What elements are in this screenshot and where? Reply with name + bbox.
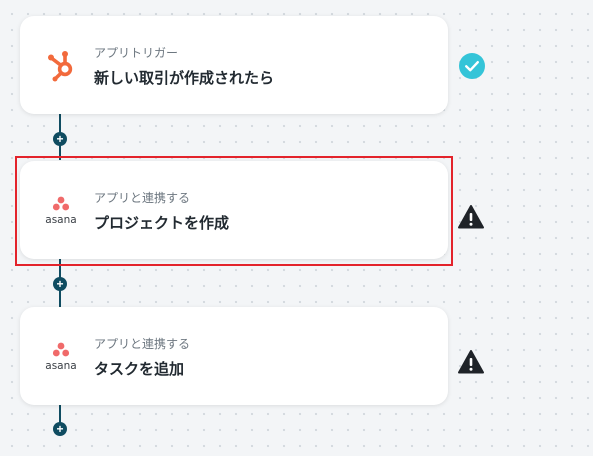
step-subtitle: アプリトリガー <box>94 46 179 60</box>
add-step-button[interactable]: + <box>53 132 67 146</box>
warning-icon <box>458 350 484 374</box>
step-card-trigger[interactable]: アプリトリガー 新しい取引が作成されたら <box>20 16 448 114</box>
step-title: 新しい取引が作成されたら <box>94 70 275 87</box>
step-card-add-task[interactable]: asana アプリと連携する タスクを追加 <box>20 307 448 405</box>
asana-icon: asana <box>45 342 77 372</box>
warning-icon <box>458 205 484 229</box>
highlight-box <box>15 156 453 266</box>
add-step-button[interactable]: + <box>53 277 67 291</box>
check-icon <box>459 53 485 79</box>
step-title: タスクを追加 <box>94 361 185 378</box>
add-step-button[interactable]: + <box>53 422 67 436</box>
step-subtitle: アプリと連携する <box>94 337 191 351</box>
hubspot-icon <box>48 51 73 82</box>
asana-logo-text: asana <box>45 360 76 372</box>
